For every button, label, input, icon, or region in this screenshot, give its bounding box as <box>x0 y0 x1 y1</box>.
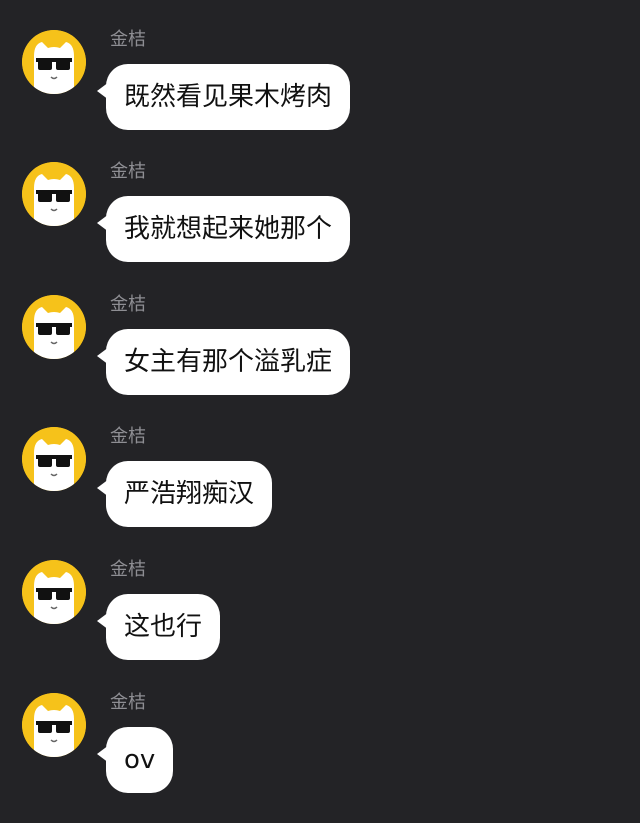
sender-name: 金桔 <box>110 294 146 315</box>
message-bubble[interactable]: 我就想起来她那个 <box>96 196 351 262</box>
avatar[interactable] <box>22 693 86 757</box>
message-item: 金桔 我就想起来她那个 <box>0 132 640 264</box>
sender-name: 金桔 <box>110 29 146 50</box>
avatar[interactable] <box>22 30 86 94</box>
cat-sunglasses-avatar-icon <box>22 162 86 226</box>
sender-name: 金桔 <box>110 161 146 182</box>
avatar[interactable] <box>22 162 86 226</box>
avatar[interactable] <box>22 295 86 359</box>
message-item: 金桔 女主有那个溢乳症 <box>0 265 640 397</box>
message-bubble[interactable]: 既然看见果木烤肉 <box>96 64 351 130</box>
cat-sunglasses-avatar-icon <box>22 560 86 624</box>
sender-name: 金桔 <box>110 559 146 580</box>
avatar[interactable] <box>22 560 86 624</box>
cat-sunglasses-avatar-icon <box>22 30 86 94</box>
cat-sunglasses-avatar-icon <box>22 295 86 359</box>
sender-name: 金桔 <box>110 692 146 713</box>
sender-name: 金桔 <box>110 426 146 447</box>
message-bubble[interactable]: 这也行 <box>96 594 221 660</box>
message-bubble[interactable]: 女主有那个溢乳症 <box>96 329 351 395</box>
message-item: 金桔 这也行 <box>0 530 640 662</box>
message-bubble[interactable]: 严浩翔痴汉 <box>96 461 273 527</box>
message-item: 金桔 既然看见果木烤肉 <box>0 0 640 132</box>
message-bubble[interactable]: ov <box>96 727 174 793</box>
cat-sunglasses-avatar-icon <box>22 427 86 491</box>
cat-sunglasses-avatar-icon <box>22 693 86 757</box>
message-item: 金桔 严浩翔痴汉 <box>0 397 640 529</box>
chat-window: 金桔 既然看见果木烤肉 金桔 我就想起来她那个 金桔 女主有那个溢乳症 金桔 严… <box>0 0 640 823</box>
avatar[interactable] <box>22 427 86 491</box>
message-item: 金桔 ov <box>0 663 640 795</box>
